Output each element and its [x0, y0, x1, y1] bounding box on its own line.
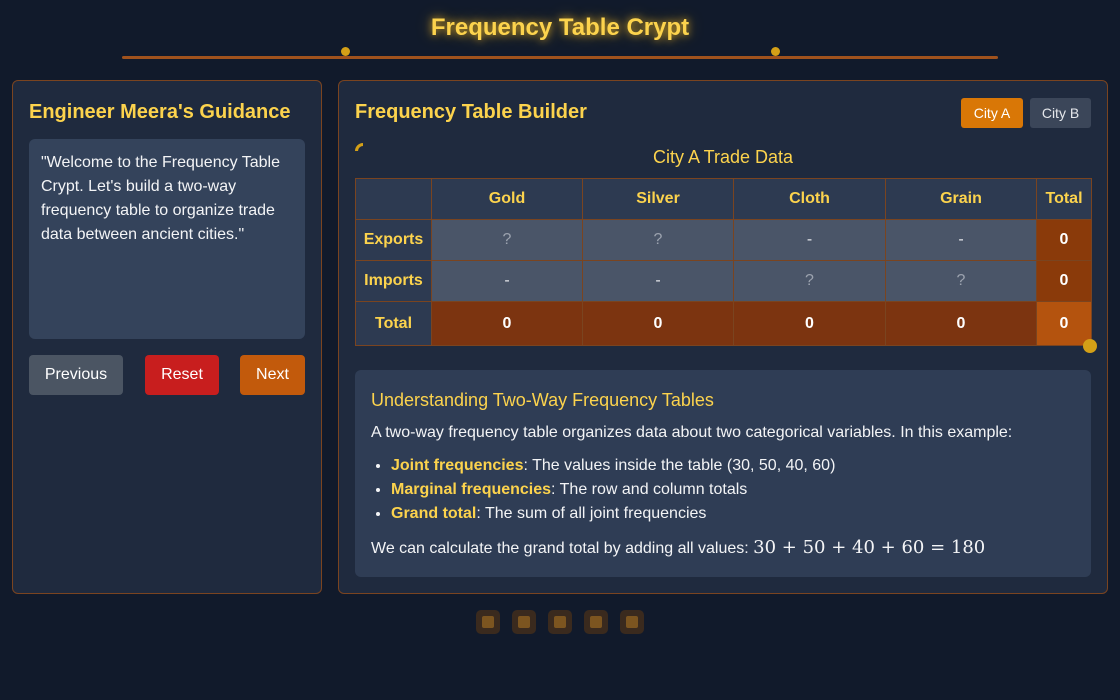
explanation-box: Understanding Two-Way Frequency Tables A… [355, 370, 1091, 577]
term-joint: Joint frequencies [391, 457, 524, 474]
next-button[interactable]: Next [240, 355, 305, 395]
progress-dot[interactable] [548, 610, 572, 634]
page-title: Frequency Table Crypt [430, 14, 690, 41]
term-desc: : The values inside the table (30, 50, 4… [523, 457, 836, 474]
builder-heading: Frequency Table Builder [355, 101, 587, 123]
row-label-total: Total [355, 301, 432, 346]
progress-dot[interactable] [476, 610, 500, 634]
guidance-heading: Engineer Meera's Guidance [29, 101, 291, 123]
term-desc: : The sum of all joint frequencies [476, 505, 707, 522]
grand-total: 0 [1036, 301, 1092, 346]
explanation-title: Understanding Two-Way Frequency Tables [371, 390, 714, 410]
calc-text: We can calculate the grand total by addi… [371, 540, 754, 557]
progress-dot[interactable] [584, 610, 608, 634]
previous-button[interactable]: Previous [29, 355, 123, 395]
column-header-blank [355, 178, 432, 220]
cell-imports-silver: - [582, 260, 734, 302]
term-marginal: Marginal frequencies [391, 481, 552, 498]
column-header-cloth: Cloth [733, 178, 886, 220]
guide-message: "Welcome to the Frequency Table Crypt. L… [29, 139, 305, 339]
column-header-silver: Silver [582, 178, 734, 220]
row-label-exports: Exports [355, 219, 432, 261]
cell-exports-grain: - [885, 219, 1037, 261]
cell-exports-gold[interactable]: ? [431, 219, 583, 261]
term-desc: : The row and column totals [551, 481, 748, 498]
guidance-panel: Engineer Meera's Guidance "Welcome to th… [12, 80, 322, 594]
table-caption: City A Trade Data [652, 147, 794, 167]
list-item: Grand total: The sum of all joint freque… [391, 502, 835, 526]
reset-button[interactable]: Reset [145, 355, 219, 395]
total-gold: 0 [431, 301, 583, 346]
column-header-grain: Grain [885, 178, 1037, 220]
total-imports: 0 [1036, 260, 1092, 302]
column-header-total: Total [1036, 178, 1092, 220]
total-silver: 0 [582, 301, 734, 346]
explanation-list: Joint frequencies: The values inside the… [371, 454, 835, 526]
list-item: Marginal frequencies: The row and column… [391, 478, 835, 502]
calc-equation: 30 + 50 + 40 + 60 = 180 [753, 537, 986, 558]
cell-imports-cloth[interactable]: ? [733, 260, 886, 302]
frequency-table: Gold Silver Cloth Grain Total Exports ? … [355, 178, 1092, 346]
title-divider [122, 56, 998, 59]
explanation-intro: A two-way frequency table organizes data… [371, 424, 1013, 441]
total-exports: 0 [1036, 219, 1092, 261]
list-item: Joint frequencies: The values inside the… [391, 454, 835, 478]
cell-exports-cloth: - [733, 219, 886, 261]
builder-panel: Frequency Table Builder City A City B Ci… [338, 80, 1108, 594]
cell-imports-gold: - [431, 260, 583, 302]
progress-dot[interactable] [512, 610, 536, 634]
row-label-imports: Imports [355, 260, 432, 302]
column-header-gold: Gold [431, 178, 583, 220]
grand-total-calculation: We can calculate the grand total by addi… [371, 537, 985, 558]
total-cloth: 0 [733, 301, 886, 346]
total-grain: 0 [885, 301, 1037, 346]
corner-gem-icon [1083, 339, 1097, 353]
term-grand-total: Grand total [391, 505, 477, 522]
cell-exports-silver[interactable]: ? [582, 219, 734, 261]
cell-imports-grain[interactable]: ? [885, 260, 1037, 302]
divider-ornament-left [341, 47, 350, 56]
tab-city-a[interactable]: City A [961, 98, 1023, 128]
tab-city-b[interactable]: City B [1030, 98, 1091, 128]
progress-dot[interactable] [620, 610, 644, 634]
divider-ornament-right [771, 47, 780, 56]
